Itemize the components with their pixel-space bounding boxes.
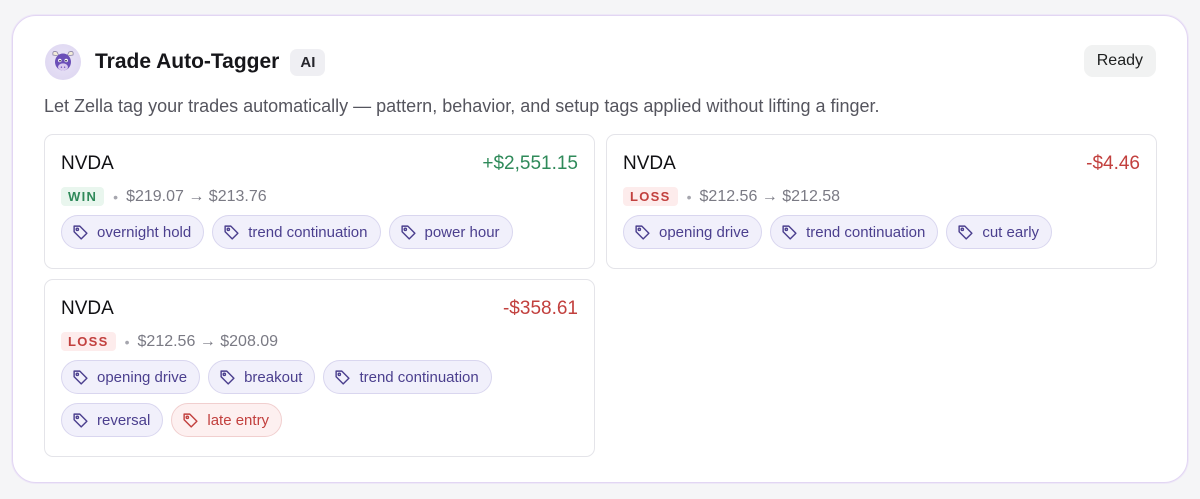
tag-chip[interactable]: cut early <box>946 215 1053 249</box>
trade-prices: $219.07 → $213.76 <box>126 187 267 205</box>
trade-symbol: NVDA <box>61 298 114 319</box>
tag-icon <box>957 224 974 241</box>
tag-chip[interactable]: opening drive <box>61 360 201 394</box>
tag-list: overnight hold trend continuation power … <box>61 215 578 258</box>
tag-label: breakout <box>244 368 303 386</box>
tag-label: late entry <box>207 411 270 429</box>
result-badge: WIN <box>61 187 105 206</box>
result-badge: LOSS <box>61 332 116 351</box>
tag-label: cut early <box>982 223 1040 241</box>
tag-label: trend continuation <box>248 223 368 241</box>
tag-label: power hour <box>424 223 500 241</box>
trade-symbol: NVDA <box>61 153 114 174</box>
tag-label: trend continuation <box>359 368 479 386</box>
tag-list: opening drive breakout trend continuatio… <box>61 360 578 446</box>
tag-icon <box>219 369 236 386</box>
tag-label: reversal <box>97 411 151 429</box>
tag-icon <box>400 224 417 241</box>
tag-label: overnight hold <box>97 223 192 241</box>
tag-icon <box>72 369 89 386</box>
tag-icon <box>72 224 89 241</box>
auto-tagger-panel: Trade Auto-Tagger AI Ready Let Zella tag… <box>12 15 1188 483</box>
tag-chip[interactable]: trend continuation <box>770 215 939 249</box>
tag-chip[interactable]: trend continuation <box>212 215 381 249</box>
tag-chip[interactable]: power hour <box>388 215 513 249</box>
separator-dot: • <box>113 188 119 205</box>
status-badge: Ready <box>1083 45 1156 77</box>
separator-dot: • <box>686 188 692 205</box>
tag-icon <box>781 224 798 241</box>
ai-badge: AI <box>290 48 326 76</box>
trade-prices: $212.56 → $208.09 <box>137 332 279 350</box>
page-title: Trade Auto-Tagger <box>95 50 280 73</box>
tag-label: trend continuation <box>806 223 926 241</box>
tag-chip[interactable]: trend continuation <box>323 360 492 394</box>
tag-chip[interactable]: reversal <box>61 403 164 437</box>
tag-label: opening drive <box>659 223 750 241</box>
trade-card[interactable]: NVDA -$4.46 LOSS • $212.56 → $212.58 ope… <box>606 134 1157 269</box>
tag-icon <box>182 412 199 429</box>
trade-symbol: NVDA <box>623 153 676 174</box>
tag-icon <box>72 412 89 429</box>
tag-chip[interactable]: opening drive <box>623 215 763 249</box>
tag-icon <box>634 224 651 241</box>
trade-pnl: +$2,551.15 <box>482 153 578 174</box>
tag-chip[interactable]: overnight hold <box>61 215 205 249</box>
trade-pnl: -$358.61 <box>502 298 578 319</box>
panel-description: Let Zella tag your trades automatically … <box>44 96 880 116</box>
tag-icon <box>334 369 351 386</box>
tag-label: opening drive <box>97 368 188 386</box>
result-badge: LOSS <box>623 187 678 206</box>
bull-mascot-icon <box>45 44 81 80</box>
tag-chip[interactable]: breakout <box>208 360 316 394</box>
tag-chip-warning[interactable]: late entry <box>171 403 283 437</box>
trade-card[interactable]: NVDA -$358.61 LOSS • $212.56 → $208.09 o… <box>44 279 595 457</box>
panel-header: Trade Auto-Tagger AI <box>45 44 326 80</box>
trade-pnl: -$4.46 <box>1086 153 1140 174</box>
separator-dot: • <box>124 333 130 350</box>
trade-card[interactable]: NVDA +$2,551.15 WIN • $219.07 → $213.76 … <box>44 134 595 269</box>
tag-list: opening drive trend continuation cut ear… <box>623 215 1140 258</box>
tag-icon <box>223 224 240 241</box>
trade-prices: $212.56 → $212.58 <box>699 187 841 205</box>
